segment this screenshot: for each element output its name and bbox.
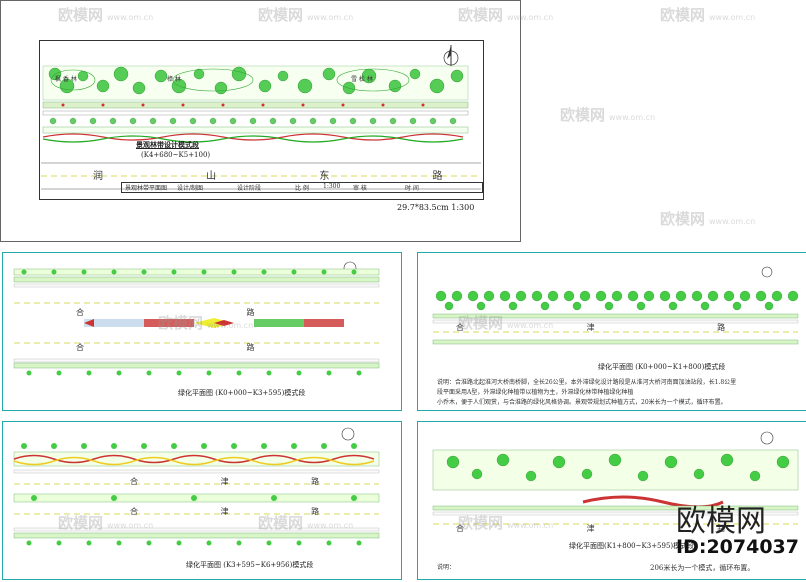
sheet-d-note: 206米长为一个模式，循环布置。 [650,564,755,572]
sheet-a-caption: 绿化平面图 (K0+000~K3+595)模式段 [178,389,306,397]
id-label: ID:2074037 [676,536,799,558]
tb-cell-1: 景观林带平面图 [125,185,168,192]
watermark-5: 欧模网 www.om.cn [560,104,655,125]
top-sheet: 枫 香 林 樟 林 雪 松 林 景观林带设计模式段 (K4+680~K5+100… [0,0,521,242]
watermark-brand: 欧模网 [560,106,606,124]
paper-size-note: 29.7*83.5cm 1:300 [397,203,475,212]
plant-label-3: 雪 松 林 [351,76,373,83]
sheet-c-plan [13,427,380,546]
top-road-name: 润 山 东 路 [93,171,493,182]
sheet-b-plan [432,266,799,345]
tb-cell-5: 1:300 [323,183,341,190]
watermark-brand: 欧模网 [660,210,706,228]
sheet-a-road-lower: 合 路 [76,343,335,352]
watermark-url: www.om.cn [709,217,756,226]
sheet-a-plan [13,261,380,376]
watermark-url: www.om.cn [609,113,656,122]
top-sheet-subtitle: (K4+680~K5+100) [141,151,211,159]
watermark-url: www.om.cn [709,13,756,22]
tb-cell-2: 设计/制图 [177,185,204,192]
sheet-c-road-lower: 合 津 路 [130,507,360,516]
sheet-b-note-3: 小乔木，便于人们观赏，与合淮路的绿化风格协调。景观带规划式种植方式，20米长为一… [437,399,727,406]
sheet-b-road: 合 津 路 [456,323,786,332]
sheet-b-note-1: 说明：合淮路北起淮河大桥南桥脚，全长26公里。本外滞绿化设计路段是从淮河大桥河南… [437,379,737,386]
tb-cell-3: 设计阶段 [237,185,262,192]
tb-cell-4: 比 例 [295,185,309,192]
sheet-a-road-upper: 合 路 [76,308,335,317]
plant-label-1: 枫 香 林 [55,76,77,83]
top-sheet-title: 景观林带设计模式段 [136,140,199,149]
brand-logo-large: 欧模网 [676,504,766,539]
plant-label-2: 樟 林 [167,76,181,83]
tb-cell-6: 审 核 [353,185,367,192]
sheet-c-road-upper: 合 津 路 [130,477,360,486]
sheet-d-legend-label: 说明： [437,564,456,571]
top-plan-trees [42,65,469,143]
sheet-b-caption: 绿化平面图 (K0+000~K1+800)模式段 [598,363,726,371]
tb-cell-7: 时 间 [405,185,419,192]
watermark-6: 欧模网 www.om.cn [660,208,755,229]
watermark-4: 欧模网 www.om.cn [660,4,755,25]
sheet-c-caption: 绿化平面图 (K3+595~K6+956)模式段 [186,561,314,569]
sheet-b-note-2: 段平面采用A型，外滞绿化种植带以植物为主，外滞绿化林带种植绿化种植 [437,389,634,396]
watermark-brand: 欧模网 [660,6,706,24]
